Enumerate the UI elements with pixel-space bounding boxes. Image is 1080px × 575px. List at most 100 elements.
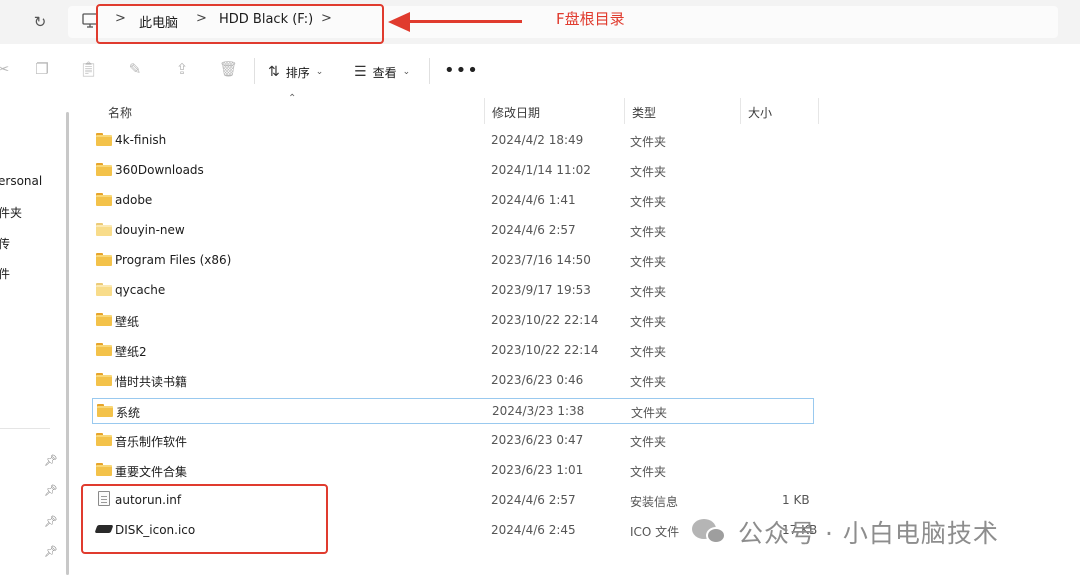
file-row[interactable]: adobe 2024/4/6 1:41 文件夹 [92, 188, 814, 214]
column-header-type[interactable]: 类型 [632, 104, 656, 121]
file-date: 2024/4/6 2:57 [491, 493, 576, 507]
file-row[interactable]: qycache 2023/9/17 19:53 文件夹 [92, 278, 814, 304]
annotation-box-address [96, 4, 384, 44]
file-row[interactable]: 4k-finish 2024/4/2 18:49 文件夹 [92, 128, 814, 154]
file-name: 360Downloads [115, 163, 204, 177]
rename-icon[interactable]: ✎ [126, 60, 144, 78]
nav-item-personal[interactable]: ersonal [0, 174, 42, 188]
sort-label: 排序 [285, 65, 310, 80]
folder-icon [96, 133, 112, 146]
file-type: 文件夹 [630, 315, 667, 329]
share-icon[interactable]: ⇪ [173, 60, 191, 78]
copy-icon[interactable]: ❐ [33, 60, 51, 78]
folder-icon [97, 404, 113, 417]
file-name: Program Files (x86) [115, 253, 232, 267]
file-row[interactable]: 重要文件合集 2023/6/23 1:01 文件夹 [92, 458, 814, 484]
folder-icon [96, 373, 112, 386]
file-type: 文件夹 [630, 435, 667, 449]
folder-icon [96, 193, 112, 206]
folder-light-icon [96, 223, 112, 236]
column-divider[interactable] [484, 98, 485, 124]
pin-icon[interactable]: 📌︎ [44, 454, 58, 467]
file-date: 2023/6/23 1:01 [491, 463, 584, 477]
view-button[interactable]: ☰ 查看 ⌄ [354, 62, 410, 82]
folder-icon [96, 313, 112, 326]
nav-item-file[interactable]: 件 [0, 265, 10, 282]
refresh-icon[interactable]: ↻ [30, 12, 50, 32]
pin-icon[interactable]: 📌︎ [44, 484, 58, 497]
scrollbar[interactable] [66, 112, 69, 575]
folder-icon [96, 343, 112, 356]
chevron-down-icon: ⌄ [402, 67, 411, 77]
sort-icon: ⇅ [268, 64, 280, 80]
toolbar-divider [429, 58, 430, 84]
column-header-name[interactable]: 名称 [108, 104, 132, 121]
sort-button[interactable]: ⇅ 排序 ⌄ [268, 62, 323, 82]
file-type: 文件夹 [631, 406, 668, 420]
view-label: 查看 [372, 65, 397, 80]
nav-item-transfer[interactable]: 传 [0, 235, 10, 252]
file-row[interactable]: 壁纸 2023/10/22 22:14 文件夹 [92, 308, 814, 334]
pin-icon[interactable]: 📌︎ [44, 545, 58, 558]
file-row[interactable]: 系统 2024/3/23 1:38 文件夹 [92, 398, 814, 424]
file-type: 文件夹 [630, 375, 667, 389]
nav-divider [0, 428, 50, 429]
file-date: 2023/10/22 22:14 [491, 313, 599, 327]
command-toolbar [0, 44, 1080, 98]
file-name: 惜时共读书籍 [115, 375, 188, 389]
column-divider[interactable] [740, 98, 741, 124]
file-name: 音乐制作软件 [115, 435, 188, 449]
sort-ascending-icon: ⌃ [288, 93, 297, 104]
nav-item-folder[interactable]: 件夹 [0, 204, 22, 221]
file-date: 2024/1/14 11:02 [491, 163, 591, 177]
cut-icon[interactable]: ✂ [0, 60, 12, 78]
file-row[interactable]: 惜时共读书籍 2023/6/23 0:46 文件夹 [92, 368, 814, 394]
column-header-size[interactable]: 大小 [748, 104, 772, 121]
folder-icon [96, 463, 112, 476]
file-name: 重要文件合集 [115, 465, 188, 479]
file-row[interactable]: douyin-new 2024/4/6 2:57 文件夹 [92, 218, 814, 244]
file-date: 2024/4/6 2:45 [491, 523, 576, 537]
column-divider[interactable] [624, 98, 625, 124]
annotation-label: F盘根目录 [556, 10, 625, 28]
file-type: 文件夹 [630, 345, 667, 359]
file-date: 2023/6/23 0:46 [491, 373, 584, 387]
folder-icon [96, 433, 112, 446]
file-date: 2024/4/6 2:57 [491, 223, 576, 237]
folder-icon [96, 163, 112, 176]
wechat-logo-icon [692, 517, 730, 547]
file-type: 安装信息 [630, 495, 679, 509]
file-date: 2023/6/23 0:47 [491, 433, 584, 447]
watermark-text: 公众号 · 小白电脑技术 [738, 519, 999, 548]
file-row[interactable]: 音乐制作软件 2023/6/23 0:47 文件夹 [92, 428, 814, 454]
file-name: 壁纸 [115, 315, 140, 329]
column-header-date[interactable]: 修改日期 [492, 104, 540, 121]
pin-icon[interactable]: 📌︎ [44, 515, 58, 528]
paste-icon[interactable]: 📋︎ [79, 60, 98, 78]
file-name: 系统 [116, 406, 141, 420]
file-name: 壁纸2 [115, 345, 147, 359]
file-date: 2023/9/17 19:53 [491, 283, 591, 297]
view-list-icon: ☰ [354, 64, 367, 80]
annotation-box-files [81, 484, 328, 554]
toolbar-divider [254, 58, 255, 84]
file-name: douyin-new [115, 223, 185, 237]
file-date: 2024/4/6 1:41 [491, 193, 576, 207]
file-type: 文件夹 [630, 195, 667, 209]
file-type: 文件夹 [630, 285, 667, 299]
file-name: adobe [115, 193, 153, 207]
file-row[interactable]: 壁纸2 2023/10/22 22:14 文件夹 [92, 338, 814, 364]
file-date: 2024/4/2 18:49 [491, 133, 584, 147]
annotation-arrow-head [388, 12, 410, 32]
file-row[interactable]: Program Files (x86) 2023/7/16 14:50 文件夹 [92, 248, 814, 274]
file-type: 文件夹 [630, 465, 667, 479]
folder-light-icon [96, 283, 112, 296]
file-row[interactable]: 360Downloads 2024/1/14 11:02 文件夹 [92, 158, 814, 184]
annotation-arrow [404, 20, 522, 23]
column-divider[interactable] [818, 98, 819, 124]
file-type: 文件夹 [630, 165, 667, 179]
file-name: 4k-finish [115, 133, 167, 147]
delete-icon[interactable]: 🗑︎ [219, 60, 238, 78]
more-options-button[interactable]: ••• [444, 60, 479, 81]
file-type: ICO 文件 [630, 525, 680, 539]
